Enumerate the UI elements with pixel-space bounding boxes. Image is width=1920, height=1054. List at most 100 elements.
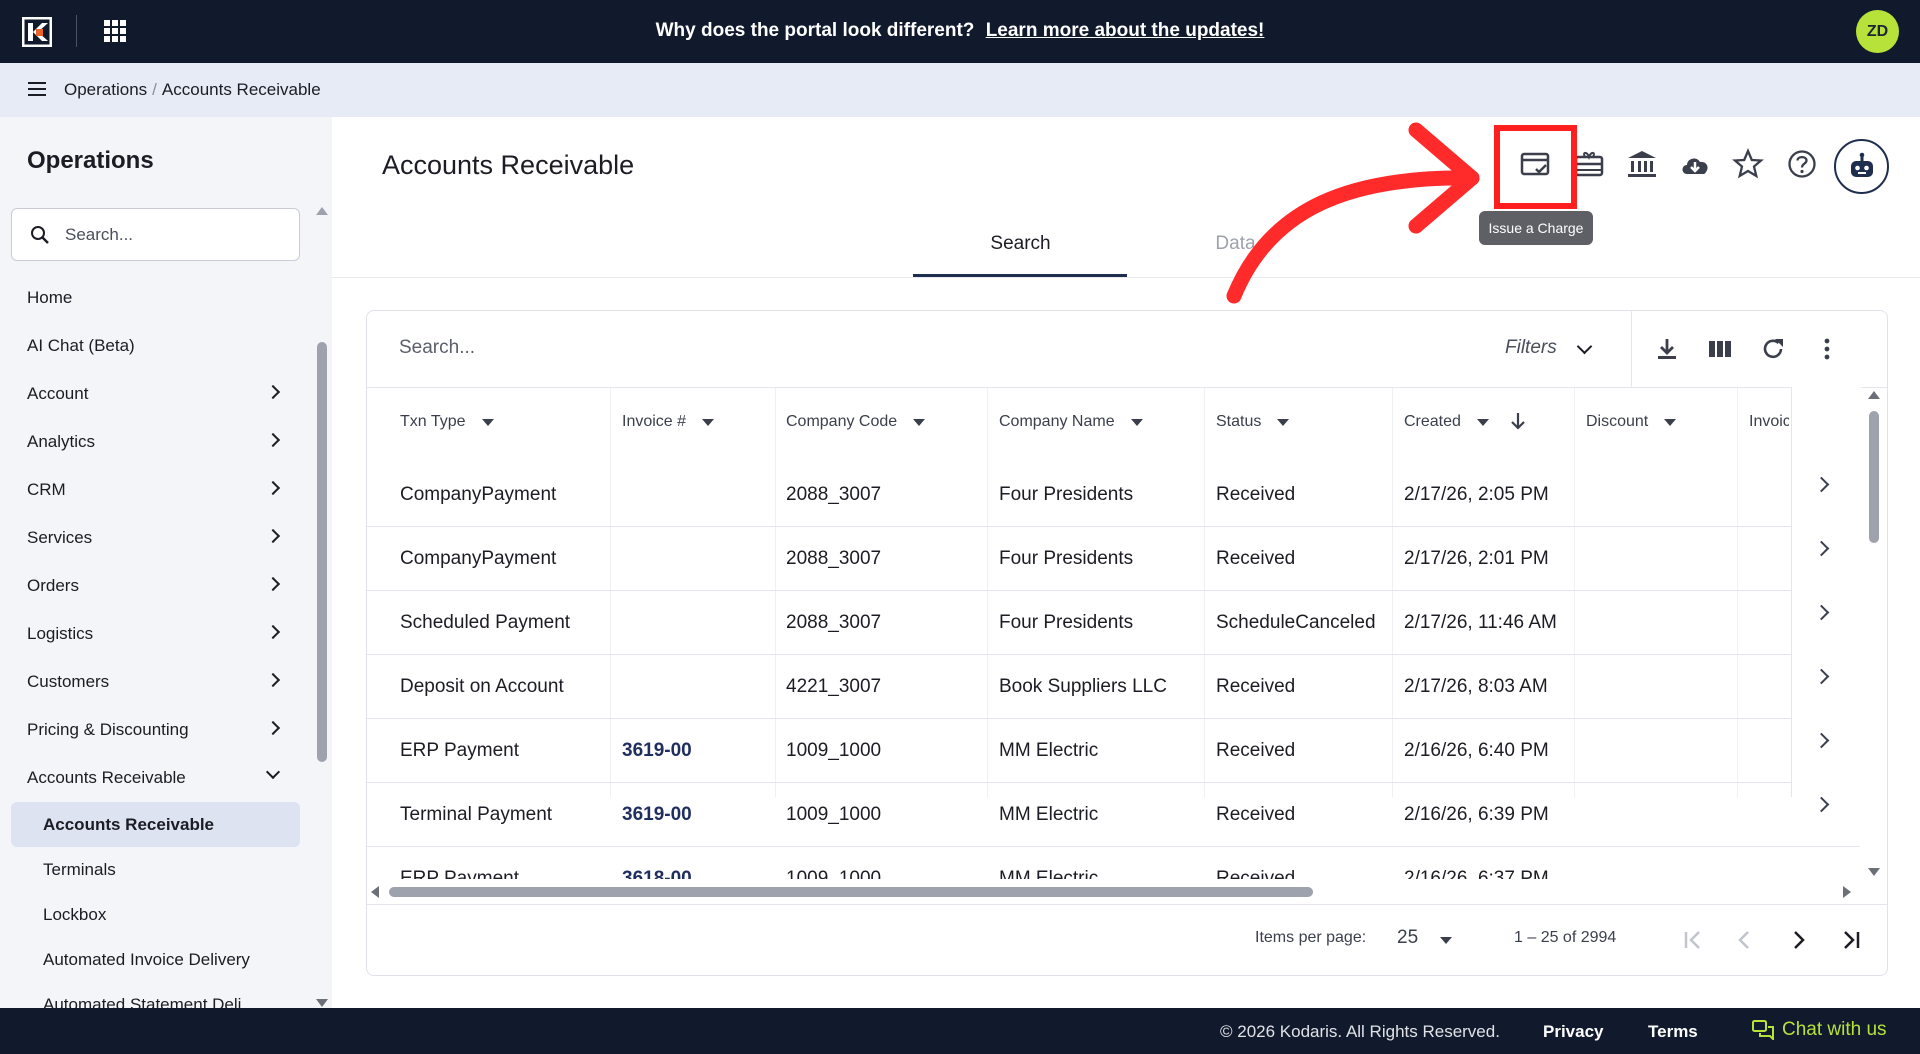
chevron-right-icon[interactable] (1813, 476, 1830, 493)
cell-created: 2/17/26, 8:03 AM (1404, 676, 1548, 697)
cloud-download-icon[interactable] (1679, 148, 1711, 180)
caret-down-icon[interactable] (913, 418, 926, 426)
caret-down-icon[interactable] (1664, 418, 1677, 426)
cell-created: 2/16/26, 6:37 PM (1404, 868, 1549, 879)
sidebar-item-services[interactable]: Services (0, 514, 300, 562)
table-horizontal-scrollbar[interactable] (371, 883, 1851, 899)
table-vertical-scrollbar[interactable] (1866, 391, 1882, 876)
tabs-underline (332, 277, 1920, 278)
table-row[interactable]: CompanyPayment 2088_3007 Four Presidents… (367, 527, 1860, 591)
chevron-right-icon (265, 384, 281, 400)
sidebar-search-input[interactable] (65, 223, 285, 247)
column-header-company-code[interactable]: Company Code (786, 413, 926, 431)
items-per-page-select[interactable]: 25 (1397, 927, 1418, 949)
sidebar-item-label: Pricing & Discounting (27, 720, 189, 739)
star-icon[interactable] (1732, 148, 1764, 180)
scrollbar-thumb[interactable] (317, 342, 327, 762)
sidebar-item-account[interactable]: Account (0, 370, 300, 418)
sidebar-item-customers[interactable]: Customers (0, 658, 300, 706)
next-page-icon[interactable] (1783, 925, 1813, 955)
user-avatar[interactable]: ZD (1856, 10, 1899, 53)
column-header-status[interactable]: Status (1216, 413, 1290, 431)
help-icon[interactable] (1786, 148, 1818, 180)
caret-down-icon[interactable] (1130, 418, 1143, 426)
cell-txn-type: ERP Payment (400, 868, 519, 879)
sidebar-item-logistics[interactable]: Logistics (0, 610, 300, 658)
learn-more-link[interactable]: Learn more about the updates! (986, 20, 1265, 41)
sidebar-item-accounts-receivable[interactable]: Accounts Receivable (0, 754, 300, 802)
sidebar-subitem-lockbox[interactable]: Lockbox (0, 892, 300, 937)
scrollbar-thumb[interactable] (1869, 411, 1879, 543)
scroll-right-icon[interactable] (1843, 886, 1851, 898)
sidebar-item-crm[interactable]: CRM (0, 466, 300, 514)
privacy-link[interactable]: Privacy (1543, 1022, 1604, 1042)
column-header-created[interactable]: Created (1404, 413, 1489, 431)
table-row[interactable]: ERP Payment 3619-00 1009_1000 MM Electri… (367, 719, 1860, 783)
table-row[interactable]: Deposit on Account 4221_3007 Book Suppli… (367, 655, 1860, 719)
terms-link[interactable]: Terms (1648, 1022, 1698, 1042)
refresh-icon[interactable] (1759, 335, 1787, 363)
table-row[interactable]: ERP Payment 3618-00 1009_1000 MM Electri… (367, 847, 1860, 879)
sort-descending-icon[interactable] (1509, 411, 1527, 431)
tab-search[interactable]: Search (913, 233, 1128, 255)
sidebar-item-home[interactable]: Home (0, 274, 300, 322)
cell-company-code: 2088_3007 (786, 484, 882, 505)
table-search-input[interactable] (399, 337, 1099, 359)
hamburger-menu-icon[interactable] (28, 82, 46, 96)
column-header-invoice-date[interactable]: Invoic (1749, 413, 1789, 431)
sidebar-item-ai-chat[interactable]: AI Chat (Beta) (0, 322, 300, 370)
scrollbar-thumb[interactable] (389, 887, 1313, 897)
previous-page-icon[interactable] (1730, 925, 1760, 955)
sidebar-item-analytics[interactable]: Analytics (0, 418, 300, 466)
chevron-right-icon[interactable] (1813, 668, 1830, 685)
cell-created: 2/17/26, 2:01 PM (1404, 548, 1549, 569)
breadcrumb-accounts-receivable: Accounts Receivable (161, 80, 321, 99)
sidebar-search[interactable] (11, 208, 300, 261)
column-header-txn-type[interactable]: Txn Type (400, 413, 494, 431)
more-options-icon[interactable] (1813, 335, 1841, 363)
table-row[interactable]: CompanyPayment 2088_3007 Four Presidents… (367, 463, 1860, 527)
gift-card-icon[interactable] (1573, 148, 1605, 180)
chevron-right-icon (265, 480, 281, 496)
chevron-right-icon[interactable] (1813, 732, 1830, 749)
scroll-left-icon[interactable] (371, 886, 379, 898)
chevron-right-icon[interactable] (1813, 540, 1830, 557)
chevron-down-icon[interactable] (1576, 338, 1593, 355)
first-page-icon[interactable] (1678, 925, 1708, 955)
sidebar-item-orders[interactable]: Orders (0, 562, 300, 610)
chat-button[interactable]: Chat with us (1752, 1019, 1887, 1041)
download-icon[interactable] (1653, 335, 1681, 363)
ai-assistant-button[interactable] (1834, 139, 1889, 194)
caret-down-icon[interactable] (1440, 937, 1452, 944)
scroll-up-icon[interactable] (316, 207, 328, 215)
bank-icon[interactable] (1626, 148, 1658, 180)
last-page-icon[interactable] (1836, 925, 1866, 955)
table-row[interactable]: Terminal Payment 3619-00 1009_1000 MM El… (367, 783, 1860, 847)
chevron-right-icon[interactable] (1813, 604, 1830, 621)
scroll-up-icon[interactable] (1868, 391, 1880, 399)
cell-invoice[interactable]: 3618-00 (622, 868, 692, 879)
cell-status: Received (1216, 868, 1296, 879)
caret-down-icon[interactable] (1476, 418, 1489, 426)
scroll-down-icon[interactable] (1868, 868, 1880, 876)
scroll-down-icon[interactable] (316, 999, 328, 1007)
column-header-discount[interactable]: Discount (1586, 413, 1677, 431)
sidebar-scrollbar[interactable] (314, 207, 328, 1007)
table-row[interactable]: Scheduled Payment 2088_3007 Four Preside… (367, 591, 1860, 655)
sidebar-subitem-automated-invoice-delivery[interactable]: Automated Invoice Delivery (0, 937, 300, 982)
caret-down-icon[interactable] (1277, 418, 1290, 426)
cell-invoice[interactable]: 3619-00 (622, 804, 692, 826)
caret-down-icon[interactable] (702, 418, 715, 426)
sidebar-item-pricing[interactable]: Pricing & Discounting (0, 706, 300, 754)
filters-button[interactable]: Filters (1505, 337, 1557, 359)
sidebar-subitem-accounts-receivable[interactable]: Accounts Receivable (11, 802, 300, 847)
sidebar-subitem-automated-statement-delivery[interactable]: Automated Statement Deli... (0, 982, 300, 1009)
active-tab-indicator (913, 274, 1127, 277)
cell-invoice[interactable]: 3619-00 (622, 740, 692, 762)
breadcrumb-operations[interactable]: Operations (64, 80, 147, 99)
column-header-company-name[interactable]: Company Name (999, 413, 1143, 431)
caret-down-icon[interactable] (481, 418, 494, 426)
column-header-invoice[interactable]: Invoice # (622, 413, 715, 431)
sidebar-subitem-terminals[interactable]: Terminals (0, 847, 300, 892)
columns-icon[interactable] (1706, 335, 1734, 363)
